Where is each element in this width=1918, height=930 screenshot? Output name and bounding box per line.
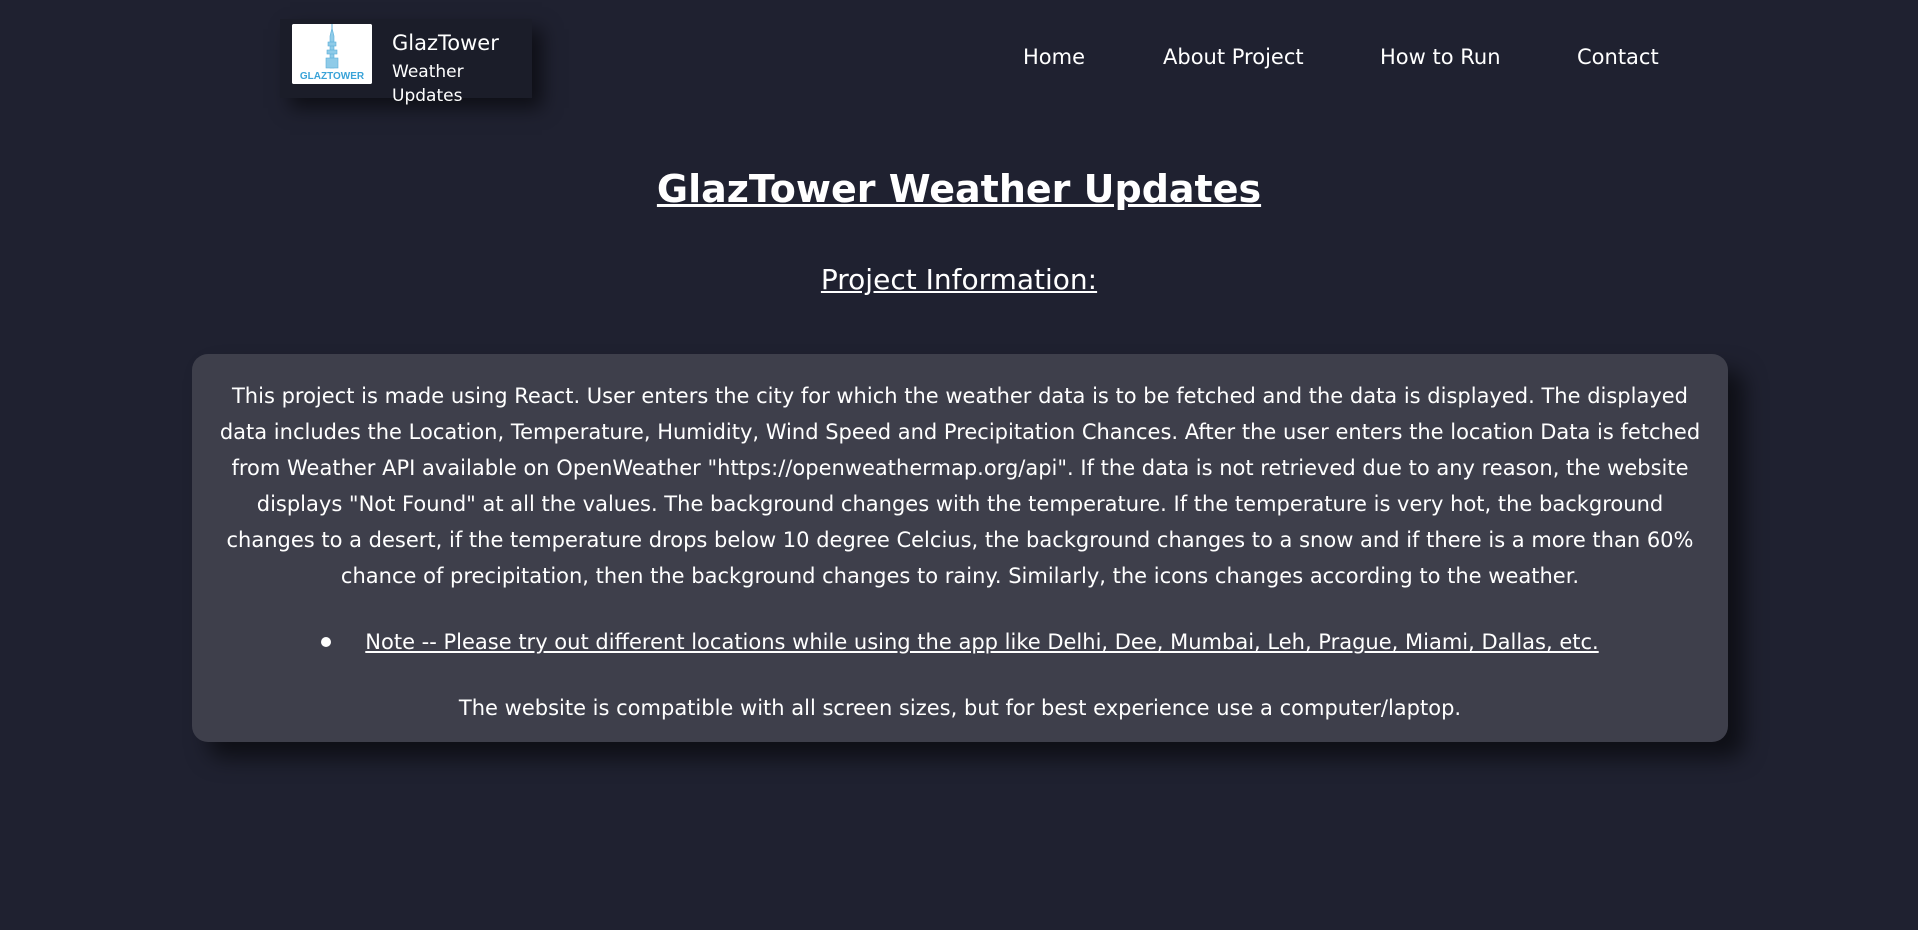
section-title: Project Information:	[820, 263, 1098, 296]
nav-contact-link[interactable]: Contact	[1577, 40, 1659, 74]
note-link[interactable]: Note -- Please try out different locatio…	[365, 630, 1598, 654]
nav-about-project-link[interactable]: About Project	[1163, 40, 1304, 74]
compatibility-text: The website is compatible with all scree…	[458, 696, 1462, 720]
nav-how-to-run-link[interactable]: How to Run	[1380, 40, 1501, 74]
nav-home-link[interactable]: Home	[1023, 40, 1085, 74]
note-list: Note -- Please try out different locatio…	[208, 624, 1712, 660]
project-description: This project is made using React. User e…	[219, 384, 1701, 588]
bullet-icon	[321, 637, 332, 647]
main-nav: Home About Project How to Run Contact	[0, 40, 1918, 74]
page-title: GlazTower Weather Updates	[656, 167, 1262, 211]
note-item: Note -- Please try out different locatio…	[321, 624, 1599, 660]
project-info-card: This project is made using React. User e…	[192, 354, 1728, 742]
